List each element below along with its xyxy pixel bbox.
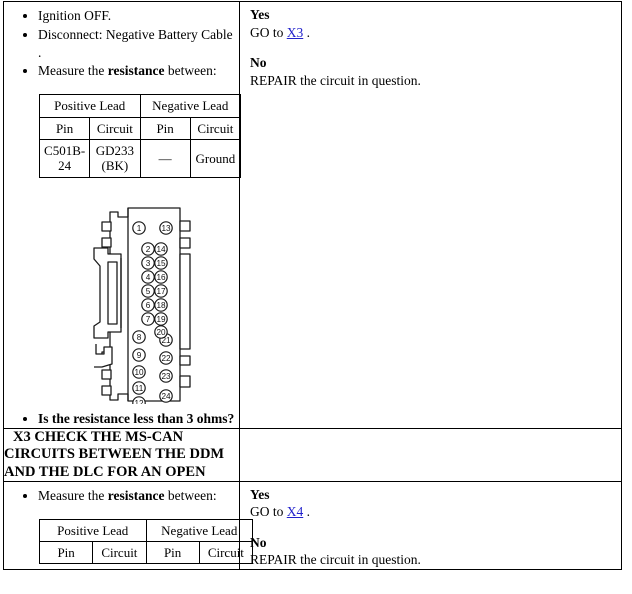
- instruction-text: Disconnect: Negative Battery Cable .: [38, 26, 233, 60]
- column-header-pin-positive: Pin: [38, 116, 91, 140]
- svg-text:5: 5: [146, 287, 151, 296]
- no-label: No: [250, 534, 267, 550]
- instruction-suffix: between:: [164, 63, 217, 79]
- list-item: Measure the resistance between:: [38, 62, 239, 80]
- instruction-suffix: between:: [164, 487, 217, 503]
- table-row: C501B-24 GD233 (BK) — Ground: [38, 138, 242, 178]
- yes-action-prefix: GO to: [250, 24, 284, 40]
- lead-table-step-x3: Positive Lead Negative Lead Pin Circuit …: [38, 518, 254, 565]
- step-x3-header-blank: [239, 428, 622, 482]
- table-row: Positive Lead Negative Lead: [39, 518, 253, 542]
- svg-text:15: 15: [156, 259, 166, 268]
- yes-label: Yes: [250, 486, 270, 502]
- table-row: Pin Circuit Pin Circuit: [38, 540, 254, 565]
- svg-text:24: 24: [161, 392, 171, 401]
- list-item: Ignition OFF.: [38, 7, 239, 25]
- question-list: Is the resistance less than 3 ohms?: [4, 410, 239, 428]
- svg-text:10: 10: [134, 368, 144, 377]
- instruction-list: Ignition OFF. Disconnect: Negative Batte…: [4, 7, 239, 80]
- no-action: REPAIR the circuit in question.: [250, 552, 421, 568]
- answer-block-x3: Yes GO to X4 . No REPAIR the circuit in …: [240, 482, 621, 569]
- yes-action-prefix: GO to: [250, 504, 284, 520]
- diagnostic-page: Ignition OFF. Disconnect: Negative Batte…: [0, 0, 632, 594]
- positive-lead-header: Positive Lead: [39, 94, 141, 118]
- connector-illustration: 1 8 9 10 11 12 13 21 22 23 24 2 3 4 5 6 …: [4, 204, 239, 404]
- svg-text:19: 19: [156, 315, 166, 324]
- instruction-list-x3: Measure the resistance between:: [4, 487, 239, 505]
- table-row: Ignition OFF. Disconnect: Negative Batte…: [3, 0, 622, 430]
- column-header-circuit-negative: Circuit: [189, 116, 242, 140]
- cell-pin-negative: —: [139, 138, 191, 178]
- svg-text:20: 20: [156, 328, 166, 337]
- column-header-pin-negative: Pin: [145, 540, 200, 565]
- answer-spacer: [250, 41, 621, 54]
- yes-action: GO to X3 .: [250, 24, 621, 42]
- svg-text:21: 21: [161, 336, 171, 345]
- svg-text:14: 14: [156, 245, 166, 254]
- table-row: Pin Circuit Pin Circuit: [38, 116, 242, 140]
- svg-text:4: 4: [146, 273, 151, 282]
- lead-table-step1: Positive Lead Negative Lead Pin Circuit …: [38, 94, 242, 178]
- svg-text:13: 13: [161, 224, 171, 233]
- negative-lead-header: Negative Lead: [139, 94, 241, 118]
- svg-text:17: 17: [156, 287, 166, 296]
- column-header-pin-negative: Pin: [139, 116, 191, 140]
- svg-text:1: 1: [137, 224, 142, 233]
- svg-text:16: 16: [156, 273, 166, 282]
- column-header-circuit-positive: Circuit: [92, 540, 147, 565]
- instruction-emphasis: resistance: [107, 63, 165, 79]
- list-item: Disconnect: Negative Battery Cable .: [38, 26, 239, 62]
- svg-text:9: 9: [137, 351, 142, 360]
- yes-action: GO to X4 .: [250, 503, 621, 521]
- instruction-emphasis: resistance: [107, 487, 165, 503]
- yes-action-suffix: .: [306, 24, 310, 40]
- no-action: REPAIR the circuit in question.: [250, 72, 421, 88]
- step1-answers-cell: Yes GO to X3 . No REPAIR the circuit in …: [239, 0, 622, 430]
- instruction-prefix: Measure the: [38, 63, 108, 79]
- list-item: Measure the resistance between:: [38, 487, 239, 505]
- negative-lead-header: Negative Lead: [145, 518, 253, 542]
- answer-block-step1: Yes GO to X3 . No REPAIR the circuit in …: [240, 2, 621, 89]
- svg-text:6: 6: [146, 301, 151, 310]
- svg-text:22: 22: [161, 354, 171, 363]
- answer-spacer: [250, 521, 621, 534]
- link-x3[interactable]: X3: [287, 25, 304, 40]
- svg-text:12: 12: [134, 399, 144, 404]
- yes-label: Yes: [250, 7, 270, 22]
- svg-text:2: 2: [146, 245, 151, 254]
- instruction-prefix: Measure the: [38, 487, 108, 503]
- resistance-question: Is the resistance less than 3 ohms?: [38, 410, 239, 428]
- step-x3-instructions-cell: Measure the resistance between: Positive…: [3, 480, 254, 570]
- svg-text:23: 23: [161, 372, 171, 381]
- table-row: Positive Lead Negative Lead: [39, 94, 241, 118]
- step-instructions-cell: Ignition OFF. Disconnect: Negative Batte…: [3, 0, 242, 430]
- connector-c501b-diagram: 1 8 9 10 11 12 13 21 22 23 24 2 3 4 5 6 …: [93, 206, 191, 404]
- column-header-circuit-positive: Circuit: [89, 116, 141, 140]
- yes-action-suffix: .: [306, 504, 310, 520]
- step-x3-header: X3 CHECK THE MS-CAN CIRCUITS BETWEEN THE…: [3, 428, 240, 482]
- svg-text:7: 7: [146, 315, 151, 324]
- svg-text:3: 3: [146, 259, 151, 268]
- svg-text:11: 11: [135, 384, 144, 393]
- table-row: Measure the resistance between: Positive…: [3, 480, 622, 570]
- step-x3-answers-cell: Yes GO to X4 . No REPAIR the circuit in …: [239, 480, 622, 570]
- no-label: No: [250, 55, 267, 71]
- positive-lead-header: Positive Lead: [39, 518, 147, 542]
- cell-pin-positive: C501B-24: [38, 138, 91, 178]
- cell-circuit-positive: GD233 (BK): [89, 138, 141, 178]
- cell-circuit-negative: Ground: [189, 138, 242, 178]
- svg-text:8: 8: [137, 333, 142, 342]
- table-row: X3 CHECK THE MS-CAN CIRCUITS BETWEEN THE…: [3, 428, 622, 482]
- svg-text:18: 18: [156, 301, 166, 310]
- link-x4[interactable]: X4: [287, 504, 304, 519]
- column-header-pin-positive: Pin: [38, 540, 94, 565]
- pinpoint-test-table: Ignition OFF. Disconnect: Negative Batte…: [3, 0, 622, 570]
